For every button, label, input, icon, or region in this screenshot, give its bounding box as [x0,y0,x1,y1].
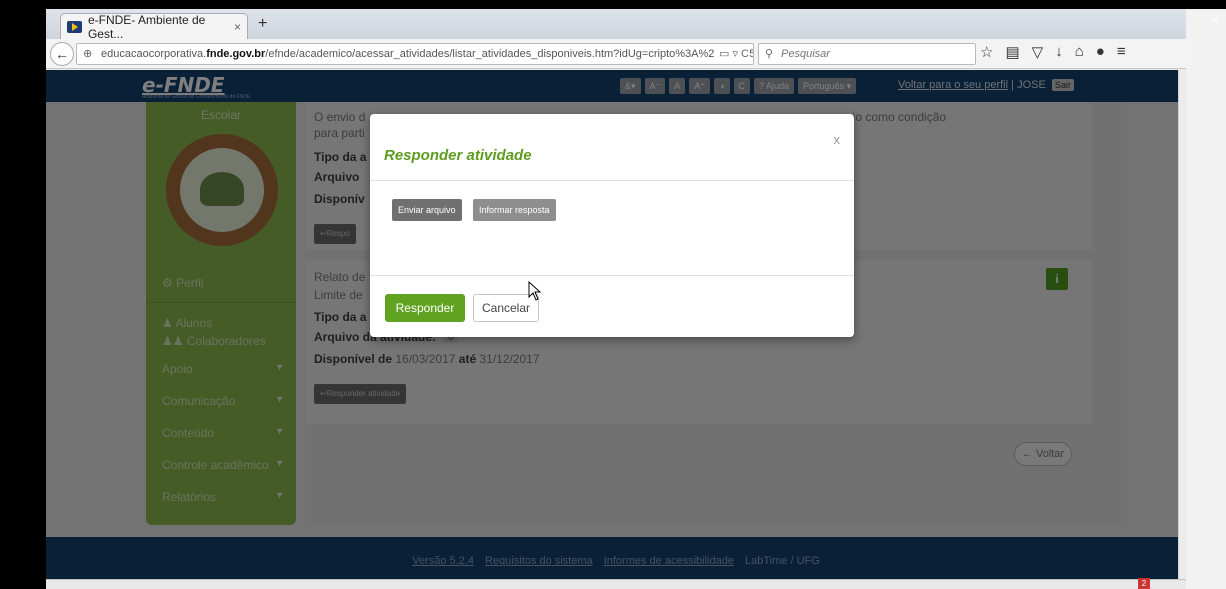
window-edge: × [1186,9,1226,589]
bookmark-star-icon[interactable]: ☆ [980,43,993,61]
url-path: /efnde/academico/acessar_atividades/list… [265,48,754,60]
pocket-icon[interactable]: ▽ [1032,43,1044,61]
navigation-bar: ← ⊕ educacaocorporativa.fnde.gov.br/efnd… [46,39,1186,69]
dialog-title: Responder atividade [384,147,532,164]
back-arrow-icon[interactable]: ← [50,42,74,66]
close-icon[interactable]: x [834,132,841,147]
search-icon: ⚲ [765,48,774,60]
status-bar [46,579,1186,589]
inform-answer-button[interactable]: Informar resposta [473,199,556,221]
search-field[interactable]: ⚲ Pesquisar [758,43,976,65]
reading-list-icon[interactable]: ▤ [1005,43,1019,61]
window-close-icon[interactable]: × [1211,13,1220,26]
reload-icon[interactable]: C [741,48,749,60]
mouse-cursor-icon [528,281,542,301]
reader-view-icon[interactable]: ▭ [719,48,729,60]
respond-button[interactable]: Responder [385,294,465,322]
tab-title: e-FNDE- Ambiente de Gest... [87,12,206,41]
dropdown-icon[interactable]: ▿ [732,48,738,60]
dialog-header-divider [370,180,854,181]
toolbar-icons: ☆ ▤ ▽ ↓ ⌂ ● ≡ [980,43,1126,61]
url-prefix: educacaocorporativa. [101,48,207,60]
site-favicon-icon [67,20,82,33]
tab-bar: e-FNDE- Ambiente de Gest... × + [46,9,1186,41]
web-page: e-FNDE Ambiente de Gestão do Conheciment… [46,70,1186,589]
home-icon[interactable]: ⌂ [1075,43,1084,61]
chat-icon[interactable]: ● [1096,43,1105,61]
url-actions: ▭ ▿ C [714,44,749,64]
globe-icon: ⊕ [83,48,93,60]
dialog-footer-divider [370,275,854,276]
browser-window: e-FNDE- Ambiente de Gest... × + ← ⊕ educ… [46,9,1186,589]
url-bar[interactable]: ⊕ educacaocorporativa.fnde.gov.br/efnde/… [76,43,754,65]
new-tab-button[interactable]: + [258,15,267,33]
tab-close-icon[interactable]: × [234,20,241,34]
respond-activity-dialog: x Responder atividade Enviar arquivo Inf… [370,114,854,337]
page-scrollbar[interactable] [1178,70,1186,579]
url-domain: fnde.gov.br [206,48,266,60]
menu-icon[interactable]: ≡ [1117,43,1126,61]
download-icon[interactable]: ↓ [1055,43,1063,61]
send-file-button[interactable]: Enviar arquivo [392,199,462,221]
browser-tab[interactable]: e-FNDE- Ambiente de Gest... × [60,12,248,41]
notification-badge[interactable]: 2 [1138,578,1150,589]
search-placeholder: Pesquisar [781,48,830,60]
screen: e-FNDE- Ambiente de Gest... × + ← ⊕ educ… [0,0,1226,589]
